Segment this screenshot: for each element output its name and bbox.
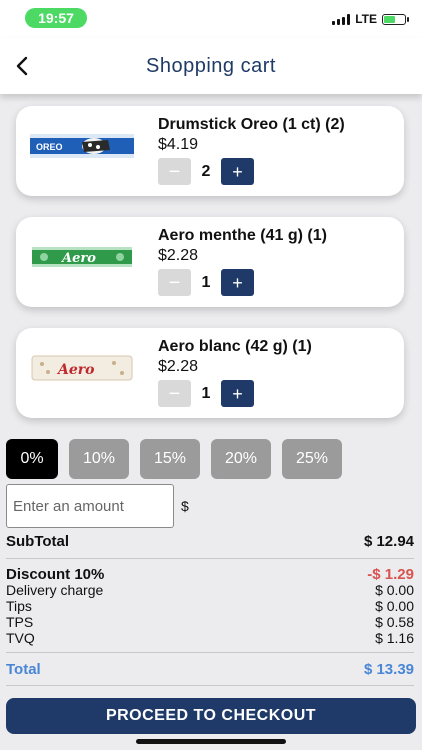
discount-label: Discount 10% <box>6 566 105 583</box>
delivery-label: Delivery charge <box>6 582 104 598</box>
page-title: Shopping cart <box>146 55 276 77</box>
tips-row: Tips $ 0.00 <box>6 598 414 614</box>
divider <box>6 652 414 653</box>
tvq-value: $ 1.16 <box>375 630 414 646</box>
product-image-aero-mint: Aero <box>32 247 132 267</box>
proceed-to-checkout-button[interactable]: PROCEED TO CHECKOUT <box>6 698 416 734</box>
tvq-row: TVQ $ 1.16 <box>6 630 414 646</box>
delivery-value: $ 0.00 <box>375 582 414 598</box>
quantity-stepper: − 1 + <box>158 380 254 407</box>
network-label: LTE <box>355 12 377 26</box>
tip-option-10[interactable]: 10% <box>69 439 129 479</box>
tips-value: $ 0.00 <box>375 598 414 614</box>
quantity-value: 2 <box>201 162 211 180</box>
discount-row: Discount 10% -$ 1.29 <box>6 566 414 583</box>
status-time: 19:57 <box>25 8 87 28</box>
item-name: Aero menthe (41 g) (1) <box>158 227 327 244</box>
total-value: $ 13.39 <box>363 661 414 678</box>
quantity-stepper: − 2 + <box>158 158 254 185</box>
tps-label: TPS <box>6 614 34 630</box>
item-price: $2.28 <box>158 358 199 375</box>
decrease-quantity-button[interactable]: − <box>158 269 191 296</box>
tip-options: 0% 10% 15% 20% 25% <box>6 439 342 479</box>
subtotal-value: $ 12.94 <box>363 533 414 550</box>
cart-item: OREO Drumstick Oreo (1 ct) (2) $4.19 − 2… <box>16 106 404 196</box>
subtotal-label: SubTotal <box>6 533 70 550</box>
item-name: Drumstick Oreo (1 ct) (2) <box>158 116 345 133</box>
svg-text:Aero: Aero <box>56 362 94 378</box>
battery-icon <box>382 13 409 25</box>
svg-text:Aero: Aero <box>60 251 96 266</box>
item-price: $2.28 <box>158 247 199 264</box>
status-bar: 19:57 LTE <box>0 0 422 38</box>
decrease-quantity-button[interactable]: − <box>158 380 191 407</box>
total-row: Total $ 13.39 <box>6 661 414 678</box>
subtotal-row: SubTotal $ 12.94 <box>6 533 414 550</box>
tps-row: TPS $ 0.58 <box>6 614 414 630</box>
decrease-quantity-button[interactable]: − <box>158 158 191 185</box>
cart-item: Aero Aero menthe (41 g) (1) $2.28 − 1 + <box>16 217 404 307</box>
item-name: Aero blanc (42 g) (1) <box>158 338 312 355</box>
status-indicators: LTE <box>332 10 409 28</box>
cart-item: Aero Aero blanc (42 g) (1) $2.28 − 1 + <box>16 328 404 418</box>
svg-text:OREO: OREO <box>36 142 63 152</box>
total-label: Total <box>6 661 41 678</box>
discount-value: -$ 1.29 <box>367 566 414 583</box>
product-image-oreo: OREO <box>30 134 134 158</box>
product-image-aero-white: Aero <box>31 355 133 381</box>
app-header: Shopping cart <box>0 38 422 94</box>
increase-quantity-button[interactable]: + <box>221 158 254 185</box>
item-price: $4.19 <box>158 136 199 153</box>
quantity-stepper: − 1 + <box>158 269 254 296</box>
signal-icon <box>332 13 351 25</box>
tvq-label: TVQ <box>6 630 35 646</box>
tip-option-20[interactable]: 20% <box>211 439 271 479</box>
tips-label: Tips <box>6 598 32 614</box>
tip-option-15[interactable]: 15% <box>140 439 200 479</box>
tip-option-25[interactable]: 25% <box>282 439 342 479</box>
quantity-value: 1 <box>201 384 211 402</box>
increase-quantity-button[interactable]: + <box>221 380 254 407</box>
currency-sign: $ <box>181 498 189 514</box>
home-indicator <box>136 739 286 744</box>
custom-tip-input[interactable] <box>6 484 174 528</box>
delivery-row: Delivery charge $ 0.00 <box>6 582 414 598</box>
quantity-value: 1 <box>201 273 211 291</box>
divider <box>6 558 414 559</box>
tps-value: $ 0.58 <box>375 614 414 630</box>
increase-quantity-button[interactable]: + <box>221 269 254 296</box>
tip-option-0[interactable]: 0% <box>6 439 58 479</box>
divider <box>6 685 414 686</box>
